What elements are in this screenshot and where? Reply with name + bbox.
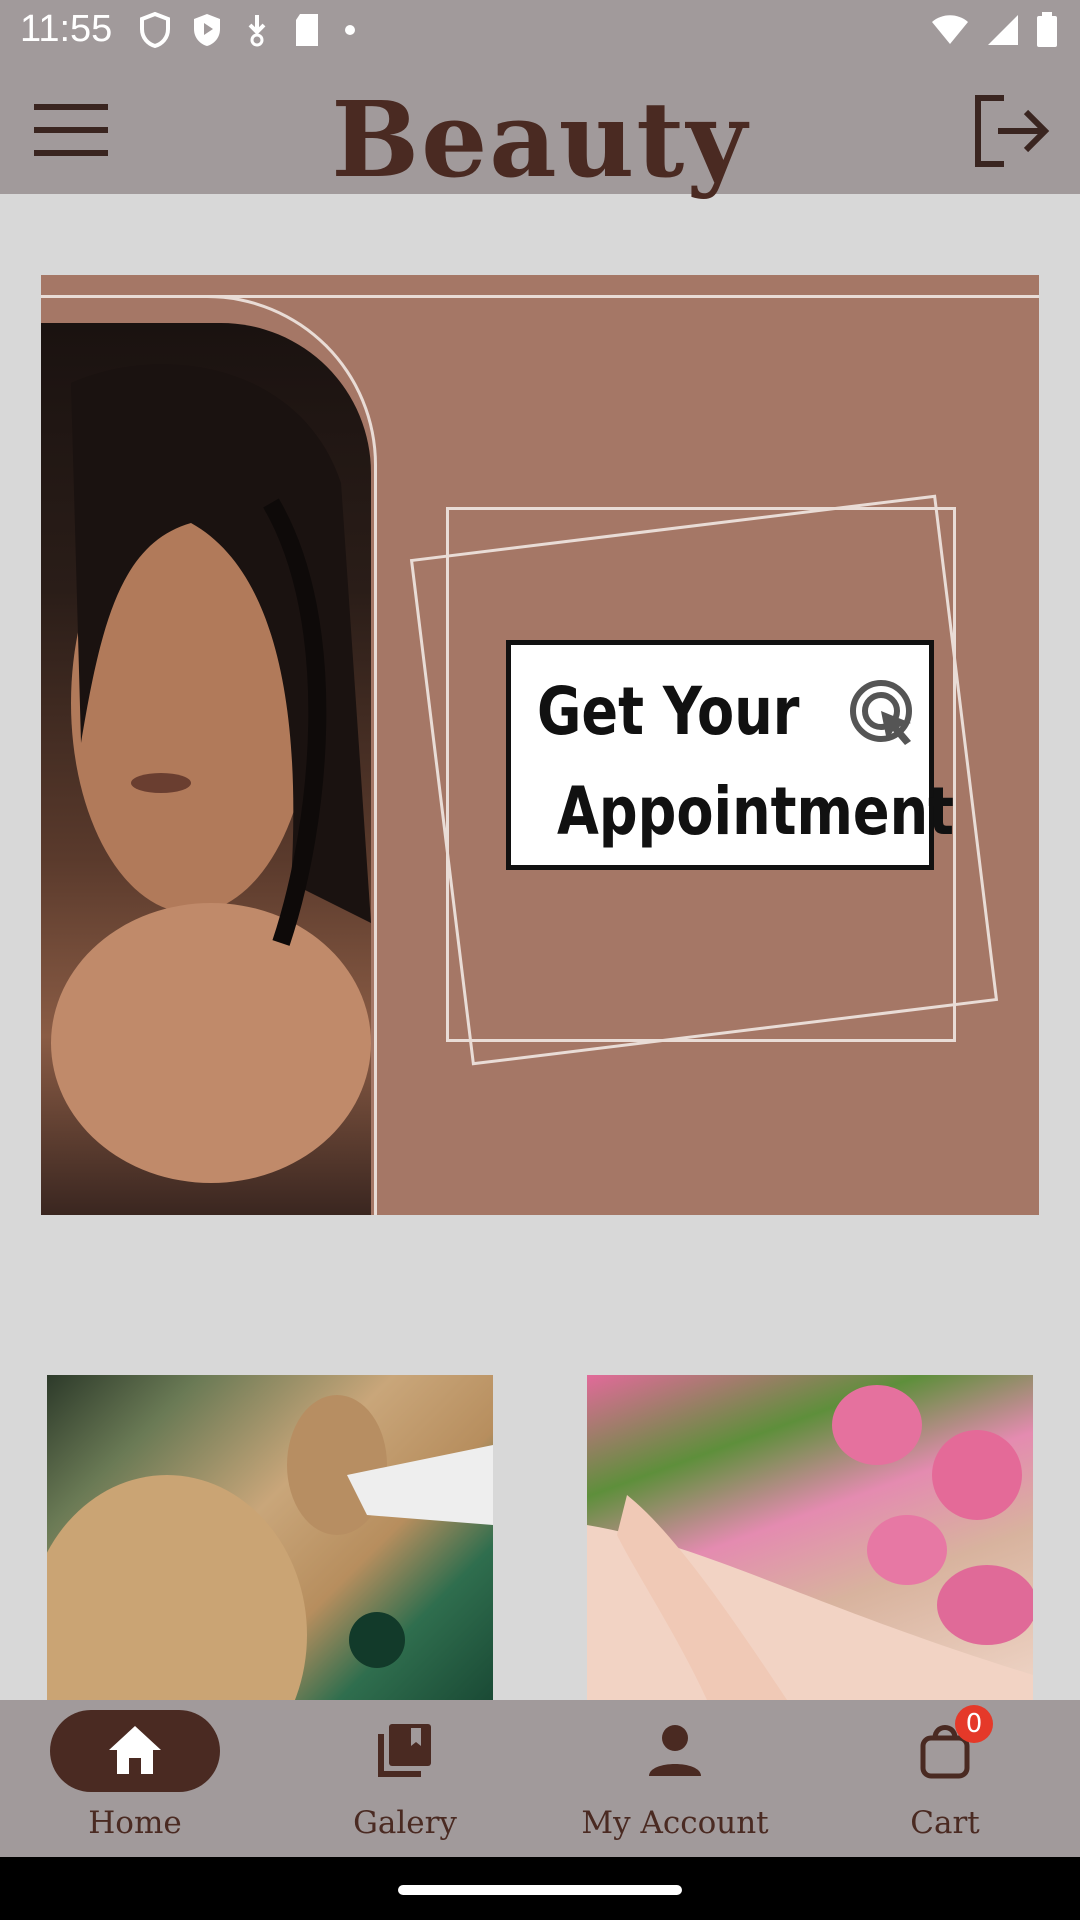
person-icon bbox=[649, 1725, 701, 1776]
home-icon bbox=[109, 1726, 161, 1774]
appointment-banner[interactable]: Get Your Appointment bbox=[41, 275, 1039, 1215]
shield-icon bbox=[140, 12, 170, 48]
nav-my-account[interactable]: My Account bbox=[540, 1700, 810, 1857]
signal-icon bbox=[988, 15, 1018, 45]
status-bar: 11:55 bbox=[0, 0, 1080, 64]
gallery-icon bbox=[378, 1724, 431, 1777]
nav-cart-label: Cart bbox=[910, 1805, 980, 1841]
hair-service-image[interactable] bbox=[47, 1375, 493, 1700]
dot-icon bbox=[345, 25, 355, 35]
system-navigation-bar bbox=[0, 1857, 1080, 1920]
click-icon bbox=[850, 680, 912, 745]
cta-line1: Get Your bbox=[537, 673, 800, 750]
get-appointment-button[interactable]: Get Your Appointment bbox=[506, 640, 954, 870]
nav-galery-label: Galery bbox=[353, 1805, 457, 1841]
wifi-icon bbox=[932, 15, 968, 44]
nails-service-image[interactable] bbox=[587, 1375, 1033, 1700]
nav-galery[interactable]: Galery bbox=[270, 1700, 540, 1857]
play-protect-icon bbox=[194, 14, 220, 46]
status-time: 11:55 bbox=[20, 8, 113, 50]
app-bar: Beauty bbox=[0, 64, 1080, 201]
model-portrait-image bbox=[41, 323, 371, 1215]
sd-card-icon bbox=[296, 14, 318, 46]
nav-home-label: Home bbox=[88, 1805, 182, 1841]
nav-cart[interactable]: Cart bbox=[810, 1700, 1080, 1857]
logout-icon[interactable] bbox=[970, 90, 1052, 172]
battery-icon bbox=[1037, 12, 1057, 47]
cta-line2: Appointment bbox=[557, 773, 954, 850]
cart-badge: 0 bbox=[955, 1705, 993, 1743]
nav-my-account-label: My Account bbox=[581, 1805, 769, 1841]
home-gesture-handle[interactable] bbox=[398, 1885, 682, 1895]
download-icon bbox=[248, 15, 266, 47]
nav-home[interactable]: Home bbox=[0, 1700, 270, 1857]
app-title: Beauty bbox=[331, 78, 749, 201]
bottom-navigation: Home Galery My Account Cart bbox=[0, 1700, 1080, 1857]
